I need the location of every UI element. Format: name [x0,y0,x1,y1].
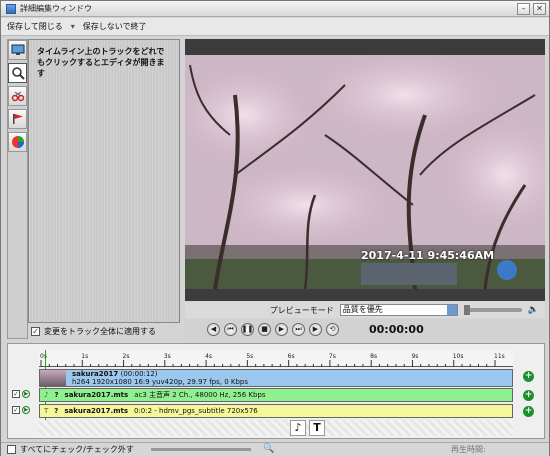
audio-track-play-icon[interactable]: ▶ [22,390,30,398]
ruler-ticks [40,360,496,367]
add-subtitle-button[interactable]: + [523,406,534,417]
app-icon [6,3,16,14]
next-frame-button[interactable]: ⏭ [292,322,305,336]
toggle-all-label[interactable]: すべてにチェック/チェック外す [20,444,134,455]
subtitle-track[interactable]: T ? sakura2017.mts 0:0:2 - hdmv_pgs_subt… [39,404,513,418]
video-track-duration: (00:00:12) [120,370,158,378]
empty-track-area [39,420,513,436]
scissors-icon [11,91,24,102]
timecode-display: 00:00:00 [369,322,424,336]
apply-all-option[interactable]: ✓ 変更をトラック全体に適用する [31,326,156,337]
zoom-slider[interactable] [151,448,251,451]
speaker-icon[interactable]: 🔈 [528,305,539,315]
forward-button[interactable]: ▶ [309,322,322,336]
flag-icon [12,114,23,124]
ruler-tick-label: 8s [370,353,378,360]
subtitle-track-title: sakura2017.mts [64,407,128,415]
video-track-info: h264 1920x1080 16:9 yuv420p, 29.97 fps, … [72,378,249,386]
effect-tool-button[interactable] [8,132,27,152]
pause-button[interactable]: ❚❚ [241,322,254,336]
save-close-menu[interactable]: 保存して閉じる [1,21,69,32]
preview-mode-label: プレビューモード [269,305,334,315]
add-video-button[interactable]: + [523,371,534,382]
video-track-title: sakura2017 [72,370,119,378]
apply-all-checkbox[interactable]: ✓ [31,327,40,336]
palette-icon [11,136,24,148]
prev-frame-button[interactable]: ⏮ [224,322,237,336]
ruler-tick-label: 5s [246,353,254,360]
preview-frame: 2017-4-11 9:45:46AM [185,55,545,289]
audio-track-title: sakura2017.mts [64,391,129,399]
loop-button[interactable]: ⟲ [326,322,339,336]
subtitle-track-checkbox[interactable]: ✓ [12,406,20,414]
audio-track[interactable]: ♪ ? sakura2017.mts ac3 主音声 2 Ch., 48000 … [39,388,513,402]
audio-track-marker: ? [54,391,59,399]
audio-track-checkbox[interactable]: ✓ [12,390,20,398]
ruler-tick-label: 3s [163,353,171,360]
ruler-tick-label: 2s [122,353,130,360]
audio-track-controls: ✓ ▶ [12,390,30,398]
add-audio-button[interactable]: + [523,390,534,401]
zoom-icon[interactable]: 🔍 [263,444,274,454]
screen-tool-button[interactable] [8,40,27,60]
editor-panel: タイムライン上のトラックをどれでもクリックするとエディタが開きます [28,39,180,323]
video-preview: 2017-4-11 9:45:46AM [185,39,545,301]
audio-track-info: ac3 主音声 2 Ch., 48000 Hz, 256 Kbps [134,391,266,399]
add-audio-track-button[interactable]: ♪ [290,420,306,436]
dropdown-icon[interactable] [446,305,457,315]
preview-mode-select[interactable]: 品質を優先 [339,304,458,316]
editor-window: 詳細編集ウィンドウ – ✕ 保存して閉じる ▾ 保存しないで終了 タイムライン上… [0,0,550,456]
menu-bar: 保存して閉じる ▾ 保存しないで終了 [1,18,549,36]
magnifier-icon [11,67,25,80]
panel-hint-text: タイムライン上のトラックをどれでもクリックするとエディタが開きます [37,47,165,78]
title-bar: 詳細編集ウィンドウ – ✕ [1,1,549,17]
rewind-button[interactable]: ◀ [207,322,220,336]
audio-track-icon: ♪ [44,391,49,399]
timeline: 0s 1s 2s 3s 4s 5s 6s 7s 8s 9s 10s 11s sakura2017 (0… [7,343,545,439]
play-button[interactable]: ▶ [275,322,288,336]
apply-all-label: 変更をトラック全体に適用する [44,327,156,336]
video-thumbnail [40,370,66,386]
date-time-stamp: 2017-4-11 9:45:46AM [361,249,495,262]
subtitle-track-marker: ? [54,407,59,415]
preview-mode-value: 品質を優先 [342,305,383,314]
status-bar: すべてにチェック/チェック外す 🔍 再生時間: [1,442,549,456]
subtitle-track-icon: T [44,407,49,415]
subtitle-track-controls: ✓ ▶ [12,406,30,414]
ruler-tick-label: 11s [494,353,505,360]
play-time-label: 再生時間: [451,445,486,454]
dropdown-arrow-icon[interactable]: ▾ [69,22,77,31]
search-tool-button[interactable] [8,63,27,83]
subtitle-track-info: 0:0:2 - hdmv_pgs_subtitle 720x576 [134,407,258,415]
timeline-ruler[interactable]: 0s 1s 2s 3s 4s 5s 6s 7s 8s 9s 10s 11s [39,350,513,367]
cut-tool-button[interactable] [8,86,27,106]
toggle-all-checkbox[interactable] [7,445,16,454]
window-title: 詳細編集ウィンドウ [20,4,92,13]
video-track[interactable]: sakura2017 (00:00:12) h264 1920x1080 16:… [39,369,513,387]
ruler-tick-label: 1s [81,353,89,360]
stop-button[interactable]: ■ [258,322,271,336]
close-button[interactable]: ✕ [533,3,546,15]
monitor-icon [11,44,24,55]
volume-slider-thumb[interactable] [463,305,470,315]
preview-mode-bar: プレビューモード 品質を優先 🔈 [185,302,545,318]
ruler-tick-label: 7s [328,353,336,360]
ruler-tick-label: 9s [411,353,419,360]
volume-slider[interactable] [463,305,522,315]
close-no-save-menu[interactable]: 保存しないで終了 [77,21,153,32]
ruler-tick-label: 6s [287,353,295,360]
chapter-tool-button[interactable] [8,109,27,129]
ruler-tick-label: 10s [452,353,464,360]
ruler-tick-label: 4s [205,353,213,360]
minimize-button[interactable]: – [517,3,530,15]
subtitle-track-play-icon[interactable]: ▶ [22,406,30,414]
transport-controls: ◀ ⏮ ❚❚ ■ ▶ ⏭ ▶ ⟲ 00:00:00 [185,319,545,339]
add-text-track-button[interactable]: T [309,420,325,436]
editor-tool-strip [7,39,28,339]
